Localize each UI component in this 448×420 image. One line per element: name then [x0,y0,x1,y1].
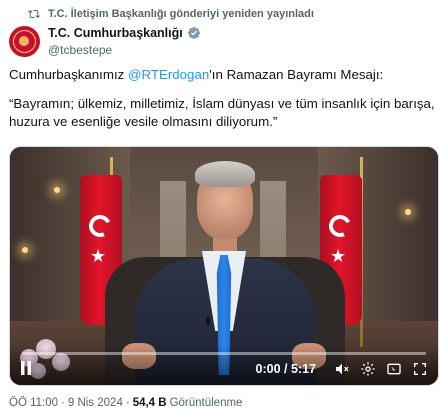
tweet-text: Cumhurbaşkanımız @RTErdogan'ın Ramazan B… [9,66,439,131]
tweet-line-1: Cumhurbaşkanımız @RTErdogan'ın Ramazan B… [9,66,439,84]
verified-badge-icon [187,26,201,40]
separator: · [125,397,130,409]
tweet-meta: ÖÖ 11:00 · 9 Nis 2024 · 54,4 B Görüntüle… [9,397,242,409]
separator: · [61,397,65,409]
tweet-quote: “Bayramın; ülkemiz, milletimiz, İslam dü… [9,96,435,129]
video-time: 0:00 / 5:17 [255,362,316,376]
fullscreen-icon[interactable] [410,360,430,378]
view-count: 54,4 B [132,397,167,409]
pip-icon[interactable] [384,360,404,378]
author-block: T.C. Cumhurbaşkanlığı @tcbestepe [48,25,201,57]
repost-icon [28,8,40,20]
repost-header[interactable]: T.C. İletişim Başkanlığı gönderiyi yenid… [28,7,314,21]
video-controls: 0:00 / 5:17 [10,345,438,385]
pause-icon[interactable] [20,361,34,377]
tweet-time[interactable]: ÖÖ 11:00 [9,397,58,409]
video-player[interactable]: ★ ★ 0:00 / 5:17 [9,146,439,386]
author-handle[interactable]: @tcbestepe [48,43,201,57]
settings-icon[interactable] [358,360,378,378]
tweet-text-post: 'ın Ramazan Bayramı Mesajı: [209,67,384,82]
tweet-date[interactable]: 9 Nis 2024 [68,397,123,409]
video-progress-bar[interactable] [22,352,426,355]
view-count-label: Görüntülenme [169,397,243,409]
mute-icon[interactable] [332,360,352,378]
avatar[interactable] [9,26,40,57]
presidential-seal-logo [13,30,36,53]
repost-text[interactable]: T.C. İletişim Başkanlığı gönderiyi yenid… [48,8,314,20]
tweet-text-pre: Cumhurbaşkanımız [9,67,128,82]
author-name[interactable]: T.C. Cumhurbaşkanlığı [48,26,183,40]
mention-link[interactable]: @RTErdogan [128,67,209,82]
